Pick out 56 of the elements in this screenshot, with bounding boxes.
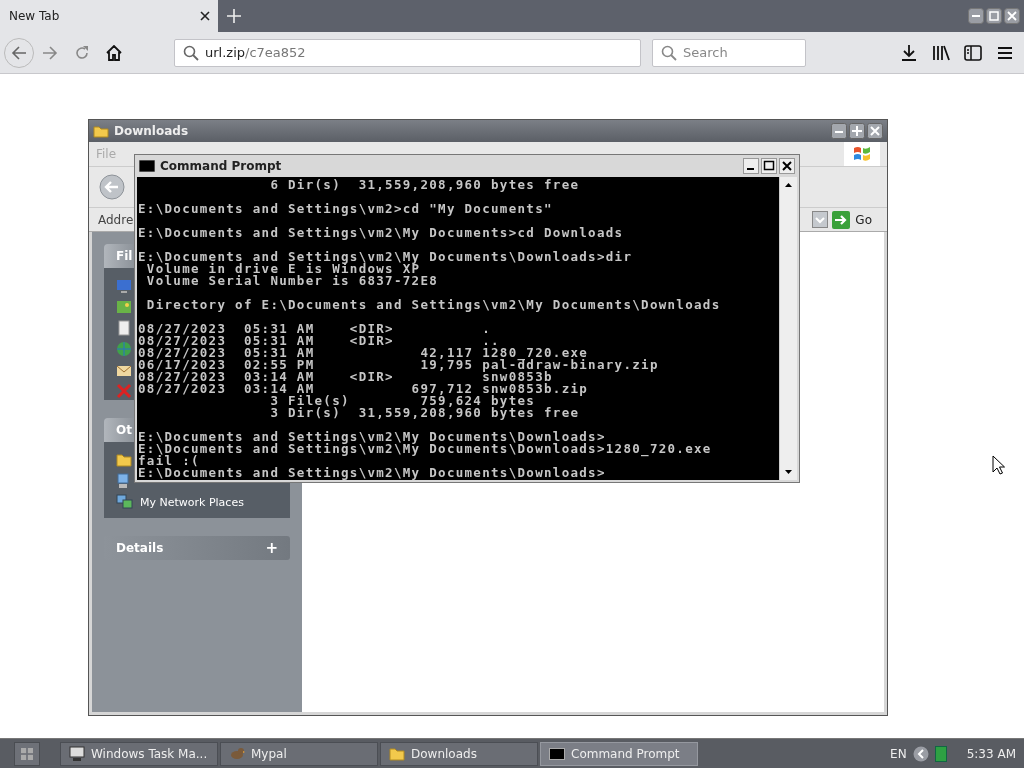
console-output: E:\Documents and Settings\vm2\My Documents\Downloads>dir Volume in drive E is Windows XP Volume Serial Number is 6837-72E8 xyxy=(138,251,634,287)
search-field[interactable]: Search xyxy=(652,38,806,67)
maximize-icon[interactable] xyxy=(761,158,777,174)
taskbar-button[interactable]: Mypal xyxy=(220,741,378,766)
sidebar-icon[interactable] xyxy=(962,43,984,62)
network-icon xyxy=(116,494,134,510)
start-button[interactable] xyxy=(14,741,40,766)
browser-tab[interactable]: New Tab xyxy=(0,0,218,32)
tab-title: New Tab xyxy=(9,9,60,23)
url-field[interactable]: url.zip/c7ea852 xyxy=(174,38,641,67)
plus-icon[interactable] xyxy=(227,9,241,23)
cursor-icon xyxy=(992,455,1005,475)
close-icon[interactable] xyxy=(200,11,210,21)
folder-icon[interactable] xyxy=(116,452,132,468)
go-button[interactable]: Go xyxy=(832,210,878,229)
sidebar-link[interactable]: My Network Places xyxy=(140,495,244,509)
dropdown-icon[interactable] xyxy=(812,211,829,228)
grid-icon xyxy=(21,746,33,761)
console-output: E:\Documents and Settings\vm2\My Documents>cd Downloads xyxy=(138,227,625,239)
clock: 5:33 AM xyxy=(966,746,1016,761)
taskbar-button[interactable]: Downloads xyxy=(380,741,538,766)
console-icon xyxy=(139,160,155,172)
taskbar-button[interactable]: Command Prompt xyxy=(540,741,698,766)
console-icon xyxy=(549,745,565,762)
picture-icon[interactable] xyxy=(116,299,132,315)
bird-icon xyxy=(229,745,245,762)
computer-icon[interactable] xyxy=(116,278,132,294)
console-output: Directory of E:\Documents and Settings\vm2\My Documents\Downloads xyxy=(145,299,722,311)
folder-icon xyxy=(93,124,109,138)
document-icon[interactable] xyxy=(116,320,132,336)
back-circle-icon[interactable] xyxy=(912,745,929,762)
library-icon[interactable] xyxy=(930,43,952,62)
close-icon[interactable] xyxy=(779,158,795,174)
back-icon[interactable] xyxy=(11,44,27,61)
monitor-icon xyxy=(69,745,85,762)
language-indicator[interactable]: EN xyxy=(890,746,907,761)
panel-header[interactable]: Ot xyxy=(104,418,134,442)
window-title: Downloads xyxy=(114,124,189,138)
computer-icon[interactable] xyxy=(116,473,132,489)
window-title: Command Prompt xyxy=(160,159,282,173)
back-icon[interactable] xyxy=(99,174,125,200)
forward-icon[interactable] xyxy=(42,44,58,61)
console-output: 08/27/2023 05:31 AM <DIR> . 08/27/2023 05:31 AM <DIR> .. 08/27/2023 05:31 AM 42,117 1280_720.exe 06/17/2023 02:55 PM 19,795 pal-ddraw-binary.zip 08/27/2023 03:14 AM <DIR> snw0853b 08/27/2023 03:14 AM 697,712 snw0853b.zip 3 File(s) 759,624 bytes 3 Dir(s) 31,559,208,960 bytes free xyxy=(138,323,660,419)
reload-icon[interactable] xyxy=(74,44,90,61)
home-icon[interactable] xyxy=(106,44,122,61)
folder-icon xyxy=(389,745,405,762)
address-label: Addre xyxy=(98,212,134,227)
console-output: E:\Documents and Settings\vm2\My Documents\Downloads> E:\Documents and Settings\vm2\My Documents\Downloads>1280_720.exe fail :( E:\Documents and Settings\vm2\My Documents\Downloads> xyxy=(138,431,713,479)
taskbar-button[interactable]: Windows Task Ma... xyxy=(60,741,218,766)
console-output: E:\Documents and Settings\vm2>cd "My Documents" xyxy=(138,203,554,215)
panel-header[interactable]: Fil xyxy=(104,244,134,268)
console-output: 6 Dir(s) 31,559,208,960 bytes free xyxy=(269,179,581,191)
minimize-icon[interactable] xyxy=(743,158,759,174)
search-icon xyxy=(183,44,199,61)
search-icon xyxy=(661,44,677,61)
windows-logo-icon xyxy=(852,144,872,164)
